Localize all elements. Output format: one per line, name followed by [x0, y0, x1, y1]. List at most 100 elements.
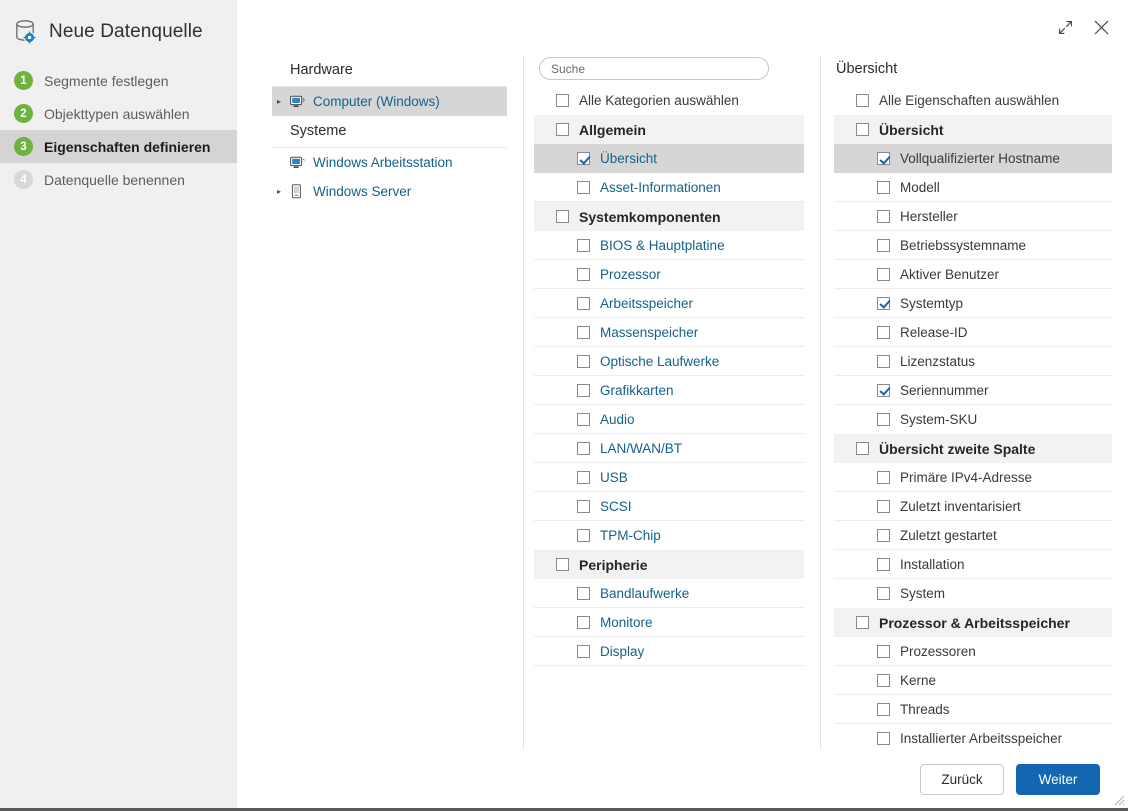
checkbox[interactable] [877, 325, 890, 339]
checkbox[interactable] [577, 354, 590, 368]
property-group-uebersicht[interactable]: Übersicht [834, 115, 1112, 144]
category-item-usb[interactable]: USB [534, 463, 804, 492]
tree-item-windows-server[interactable]: ▸ Windows Server [272, 177, 507, 206]
checkbox[interactable] [577, 325, 590, 339]
checkbox[interactable] [556, 558, 569, 571]
category-item-monitore[interactable]: Monitore [534, 608, 804, 637]
checkbox[interactable] [577, 180, 590, 194]
category-item-optische-laufwerke[interactable]: Optische Laufwerke [534, 347, 804, 376]
checkbox[interactable] [556, 210, 569, 223]
checkbox[interactable] [877, 267, 890, 281]
property-item-zuletzt-gestartet[interactable]: Zuletzt gestartet [834, 521, 1112, 550]
checkbox[interactable] [877, 296, 890, 310]
property-item-prozessoren[interactable]: Prozessoren [834, 637, 1112, 666]
property-item-aktiver-benutzer[interactable]: Aktiver Benutzer [834, 260, 1112, 289]
checkbox[interactable] [577, 529, 590, 542]
checkbox[interactable] [877, 209, 890, 223]
checkbox[interactable] [877, 499, 890, 513]
checkbox[interactable] [877, 644, 890, 658]
property-item-installierter-arbeitsspeicher[interactable]: Installierter Arbeitsspeicher [834, 724, 1112, 753]
wizard-step-1[interactable]: 1 Segmente festlegen [0, 64, 237, 97]
category-item-prozessor[interactable]: Prozessor [534, 260, 804, 289]
checkbox[interactable] [877, 587, 890, 600]
checkbox[interactable] [877, 528, 890, 542]
property-item-betriebssystemname[interactable]: Betriebssystemname [834, 231, 1112, 260]
checkbox[interactable] [577, 412, 590, 426]
select-all-categories-row[interactable]: Alle Kategorien auswählen [534, 86, 804, 115]
checkbox[interactable] [877, 702, 890, 716]
wizard-step-3[interactable]: 3 Eigenschaften definieren [0, 130, 237, 163]
wizard-step-2[interactable]: 2 Objekttypen auswählen [0, 97, 237, 130]
checkbox[interactable] [877, 152, 890, 165]
category-item-bios-hauptplatine[interactable]: BIOS & Hauptplatine [534, 231, 804, 260]
property-item-seriennummer[interactable]: Seriennummer [834, 376, 1112, 405]
resize-grip-icon[interactable] [1114, 794, 1125, 806]
select-all-properties-row[interactable]: Alle Eigenschaften auswählen [834, 86, 1112, 115]
search-input[interactable] [539, 57, 769, 80]
property-item-zuletzt-inventarisiert[interactable]: Zuletzt inventarisiert [834, 492, 1112, 521]
property-item-system[interactable]: System [834, 579, 1112, 608]
property-item-vollqualifizierter-hostname[interactable]: Vollqualifizierter Hostname [834, 144, 1112, 173]
property-item-system-sku[interactable]: System-SKU [834, 405, 1112, 434]
checkbox[interactable] [577, 470, 590, 484]
checkbox[interactable] [577, 644, 590, 658]
chevron-right-icon[interactable]: ▸ [274, 97, 284, 106]
checkbox[interactable] [856, 442, 869, 455]
checkbox[interactable] [877, 383, 890, 397]
checkbox[interactable] [556, 94, 569, 107]
property-item-systemtyp[interactable]: Systemtyp [834, 289, 1112, 318]
checkbox[interactable] [877, 413, 890, 426]
property-item-primaere-ipv4-adresse[interactable]: Primäre IPv4-Adresse [834, 463, 1112, 492]
property-item-kerne[interactable]: Kerne [834, 666, 1112, 695]
tree-item-windows-arbeitsstation[interactable]: Windows Arbeitsstation [272, 148, 507, 177]
property-item-modell[interactable]: Modell [834, 173, 1112, 202]
checkbox[interactable] [877, 673, 890, 687]
checkbox[interactable] [877, 470, 890, 484]
category-item-tpm-chip[interactable]: TPM-Chip [534, 521, 804, 550]
property-item-lizenzstatus[interactable]: Lizenzstatus [834, 347, 1112, 376]
checkbox[interactable] [856, 123, 869, 136]
checkbox[interactable] [577, 238, 590, 252]
tree-item-computer-windows[interactable]: ▸ Computer (Windows) [272, 87, 507, 116]
category-group-allgemein[interactable]: Allgemein [534, 115, 804, 144]
category-item-grafikkarten[interactable]: Grafikkarten [534, 376, 804, 405]
checkbox[interactable] [877, 354, 890, 368]
checkbox[interactable] [577, 499, 590, 513]
checkbox[interactable] [877, 180, 890, 194]
category-item-asset-informationen[interactable]: Asset-Informationen [534, 173, 804, 202]
property-item-installation[interactable]: Installation [834, 550, 1112, 579]
checkbox[interactable] [856, 616, 869, 629]
checkbox[interactable] [877, 238, 890, 252]
checkbox[interactable] [556, 123, 569, 136]
chevron-right-icon[interactable]: ▸ [274, 187, 284, 196]
category-group-peripherie[interactable]: Peripherie [534, 550, 804, 579]
checkbox[interactable] [577, 441, 590, 455]
category-item-bandlaufwerke[interactable]: Bandlaufwerke [534, 579, 804, 608]
checkbox[interactable] [577, 383, 590, 397]
category-item-massenspeicher[interactable]: Massenspeicher [534, 318, 804, 347]
category-item-audio[interactable]: Audio [534, 405, 804, 434]
property-item-release-id[interactable]: Release-ID [834, 318, 1112, 347]
back-button[interactable]: Zurück [920, 763, 1004, 795]
category-group-systemkomponenten[interactable]: Systemkomponenten [534, 202, 804, 231]
maximize-icon[interactable] [1052, 14, 1078, 40]
checkbox[interactable] [856, 94, 869, 107]
next-button[interactable]: Weiter [1016, 763, 1100, 795]
checkbox[interactable] [577, 267, 590, 281]
checkbox[interactable] [577, 296, 590, 310]
checkbox[interactable] [877, 557, 890, 571]
category-item-uebersicht[interactable]: Übersicht [534, 144, 804, 173]
property-group-uebersicht-zweite-spalte[interactable]: Übersicht zweite Spalte [834, 434, 1112, 463]
category-item-scsi[interactable]: SCSI [534, 492, 804, 521]
category-item-lan-wan-bt[interactable]: LAN/WAN/BT [534, 434, 804, 463]
wizard-step-4[interactable]: 4 Datenquelle benennen [0, 163, 237, 196]
property-group-prozessor-arbeitsspeicher[interactable]: Prozessor & Arbeitsspeicher [834, 608, 1112, 637]
checkbox[interactable] [577, 615, 590, 629]
checkbox[interactable] [877, 732, 890, 745]
property-item-hersteller[interactable]: Hersteller [834, 202, 1112, 231]
category-item-display[interactable]: Display [534, 637, 804, 666]
checkbox[interactable] [577, 152, 590, 165]
property-item-threads[interactable]: Threads [834, 695, 1112, 724]
category-item-arbeitsspeicher[interactable]: Arbeitsspeicher [534, 289, 804, 318]
checkbox[interactable] [577, 586, 590, 600]
